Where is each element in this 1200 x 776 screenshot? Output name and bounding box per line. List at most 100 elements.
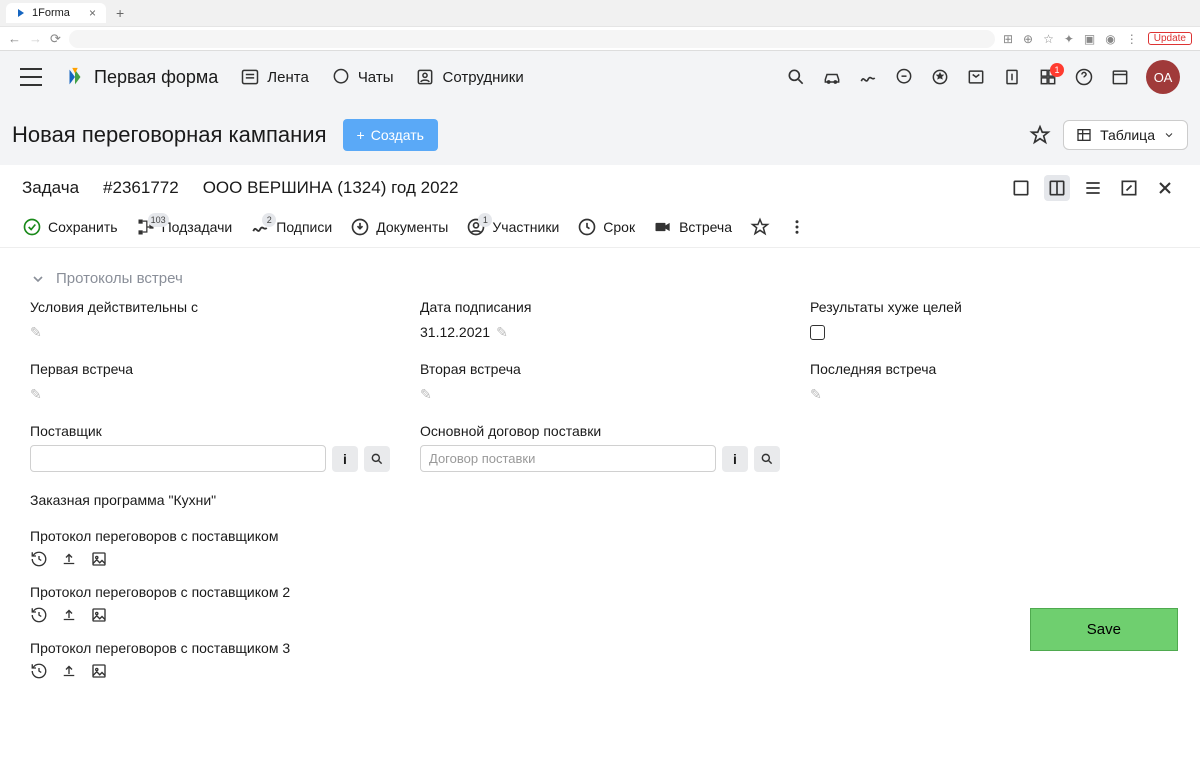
edit-icon[interactable]: ✎ [496, 324, 508, 341]
image-icon[interactable] [90, 606, 108, 624]
image-icon[interactable] [90, 662, 108, 680]
chat-icon [331, 67, 351, 87]
comment-icon[interactable] [894, 67, 914, 87]
field-supplier: Поставщик i [30, 423, 390, 472]
star-circle-icon[interactable] [930, 67, 950, 87]
chevron-down-icon [30, 271, 46, 287]
create-button[interactable]: + Создать [343, 119, 438, 151]
apps-icon[interactable]: 1 [1038, 67, 1058, 87]
table-icon [1076, 127, 1092, 143]
action-meeting[interactable]: Встреча [653, 217, 732, 237]
search-icon[interactable] [786, 67, 806, 87]
action-subtasks[interactable]: 103 Подзадачи [136, 217, 233, 237]
expand-icon[interactable] [1116, 175, 1142, 201]
calendar-icon[interactable] [1110, 67, 1130, 87]
reload-button[interactable]: ⟳ [50, 31, 61, 47]
search-button[interactable] [754, 446, 780, 472]
action-signatures[interactable]: 2 Подписи [250, 217, 332, 237]
history-icon[interactable] [30, 662, 48, 680]
notification-badge: 1 [1050, 63, 1064, 77]
field-sign-date: Дата подписания 31.12.2021✎ [420, 299, 780, 343]
employees-icon [415, 67, 435, 87]
help-icon[interactable] [1074, 67, 1094, 87]
info-button[interactable]: i [722, 446, 748, 472]
action-participants[interactable]: 1 Участники [466, 217, 559, 237]
note-icon[interactable] [1002, 67, 1022, 87]
section-protocols[interactable]: Протоколы встреч [30, 258, 1170, 299]
logo-icon [64, 66, 86, 88]
back-button[interactable]: ← [8, 31, 21, 46]
contract-input[interactable]: Договор поставки [420, 445, 716, 472]
browser-chrome: 1Forma × + ← → ⟳ ⊞ ⊕ ☆ ✦ ▣ ◉ ⋮ Update [0, 0, 1200, 51]
field-first-meeting: Первая встреча ✎ [30, 361, 390, 405]
action-deadline[interactable]: Срок [577, 217, 635, 237]
zoom-icon[interactable]: ⊕ [1023, 32, 1033, 46]
field-valid-from: Условия действительны с ✎ [30, 299, 390, 343]
upload-icon[interactable] [60, 662, 78, 680]
tab-title: 1Forma [32, 7, 70, 19]
nav-feed[interactable]: Лента [240, 67, 309, 87]
layout-list-icon[interactable] [1080, 175, 1106, 201]
layout-single-icon[interactable] [1008, 175, 1034, 201]
tab-favicon [16, 8, 26, 18]
search-button[interactable] [364, 446, 390, 472]
upload-icon[interactable] [60, 550, 78, 568]
upload-icon[interactable] [60, 606, 78, 624]
app-header: Первая форма Лента Чаты Сотрудники 1 ОА [0, 51, 1200, 103]
browser-tab[interactable]: 1Forma × [6, 3, 106, 23]
action-more[interactable] [788, 218, 806, 236]
update-button[interactable]: Update [1148, 32, 1192, 45]
close-task-icon[interactable] [1152, 175, 1178, 201]
custom-program-label: Заказная программа "Кухни" [30, 492, 1170, 508]
edit-icon[interactable]: ✎ [420, 386, 432, 403]
field-main-contract: Основной договор поставки Договор постав… [420, 423, 780, 472]
profile-icon[interactable]: ◉ [1105, 32, 1115, 46]
feed-icon [240, 67, 260, 87]
layout-split-icon[interactable] [1044, 175, 1070, 201]
menu-button[interactable] [20, 68, 42, 86]
action-documents[interactable]: Документы [350, 217, 448, 237]
close-icon[interactable]: × [89, 6, 96, 20]
view-switcher[interactable]: Таблица [1063, 120, 1188, 150]
nav-chats[interactable]: Чаты [331, 67, 394, 87]
chevron-down-icon [1163, 129, 1175, 141]
user-avatar[interactable]: ОА [1146, 60, 1180, 94]
edit-icon[interactable]: ✎ [810, 386, 822, 403]
action-star[interactable] [750, 217, 770, 237]
history-icon[interactable] [30, 606, 48, 624]
task-label: Задача [22, 178, 79, 198]
field-results-worse: Результаты хуже целей [810, 299, 1170, 343]
image-icon[interactable] [90, 550, 108, 568]
field-second-meeting: Вторая встреча ✎ [420, 361, 780, 405]
car-icon[interactable] [822, 67, 842, 87]
supplier-input[interactable] [30, 445, 326, 472]
action-save[interactable]: Сохранить [22, 217, 118, 237]
action-bar: Сохранить 103 Подзадачи 2 Подписи Докуме… [0, 211, 1200, 248]
edit-icon[interactable]: ✎ [30, 386, 42, 403]
field-last-meeting: Последняя встреча ✎ [810, 361, 1170, 405]
inbox-icon[interactable] [966, 67, 986, 87]
new-tab-button[interactable]: + [110, 5, 130, 21]
nav-employees[interactable]: Сотрудники [415, 67, 523, 87]
forward-button[interactable]: → [29, 31, 42, 46]
clock-icon [577, 217, 597, 237]
history-icon[interactable] [30, 550, 48, 568]
page-title: Новая переговорная кампания [12, 122, 327, 148]
task-name: ООО ВЕРШИНА (1324) год 2022 [203, 178, 459, 198]
info-button[interactable]: i [332, 446, 358, 472]
favorite-button[interactable] [1029, 124, 1051, 146]
edit-icon[interactable]: ✎ [30, 324, 42, 341]
menu-icon[interactable]: ⋮ [1126, 32, 1138, 46]
logo[interactable]: Первая форма [64, 66, 218, 88]
star-icon[interactable]: ☆ [1043, 32, 1054, 46]
address-bar[interactable] [69, 30, 995, 48]
extensions-icon[interactable]: ✦ [1064, 32, 1074, 46]
save-button[interactable]: Save [1030, 608, 1178, 651]
signature-icon[interactable] [858, 67, 878, 87]
title-bar: Новая переговорная кампания + Создать Та… [0, 103, 1200, 165]
qr-icon[interactable]: ⊞ [1003, 32, 1013, 46]
download-icon [350, 217, 370, 237]
plus-icon: + [357, 127, 365, 143]
results-checkbox[interactable] [810, 325, 825, 340]
ext2-icon[interactable]: ▣ [1084, 32, 1095, 46]
